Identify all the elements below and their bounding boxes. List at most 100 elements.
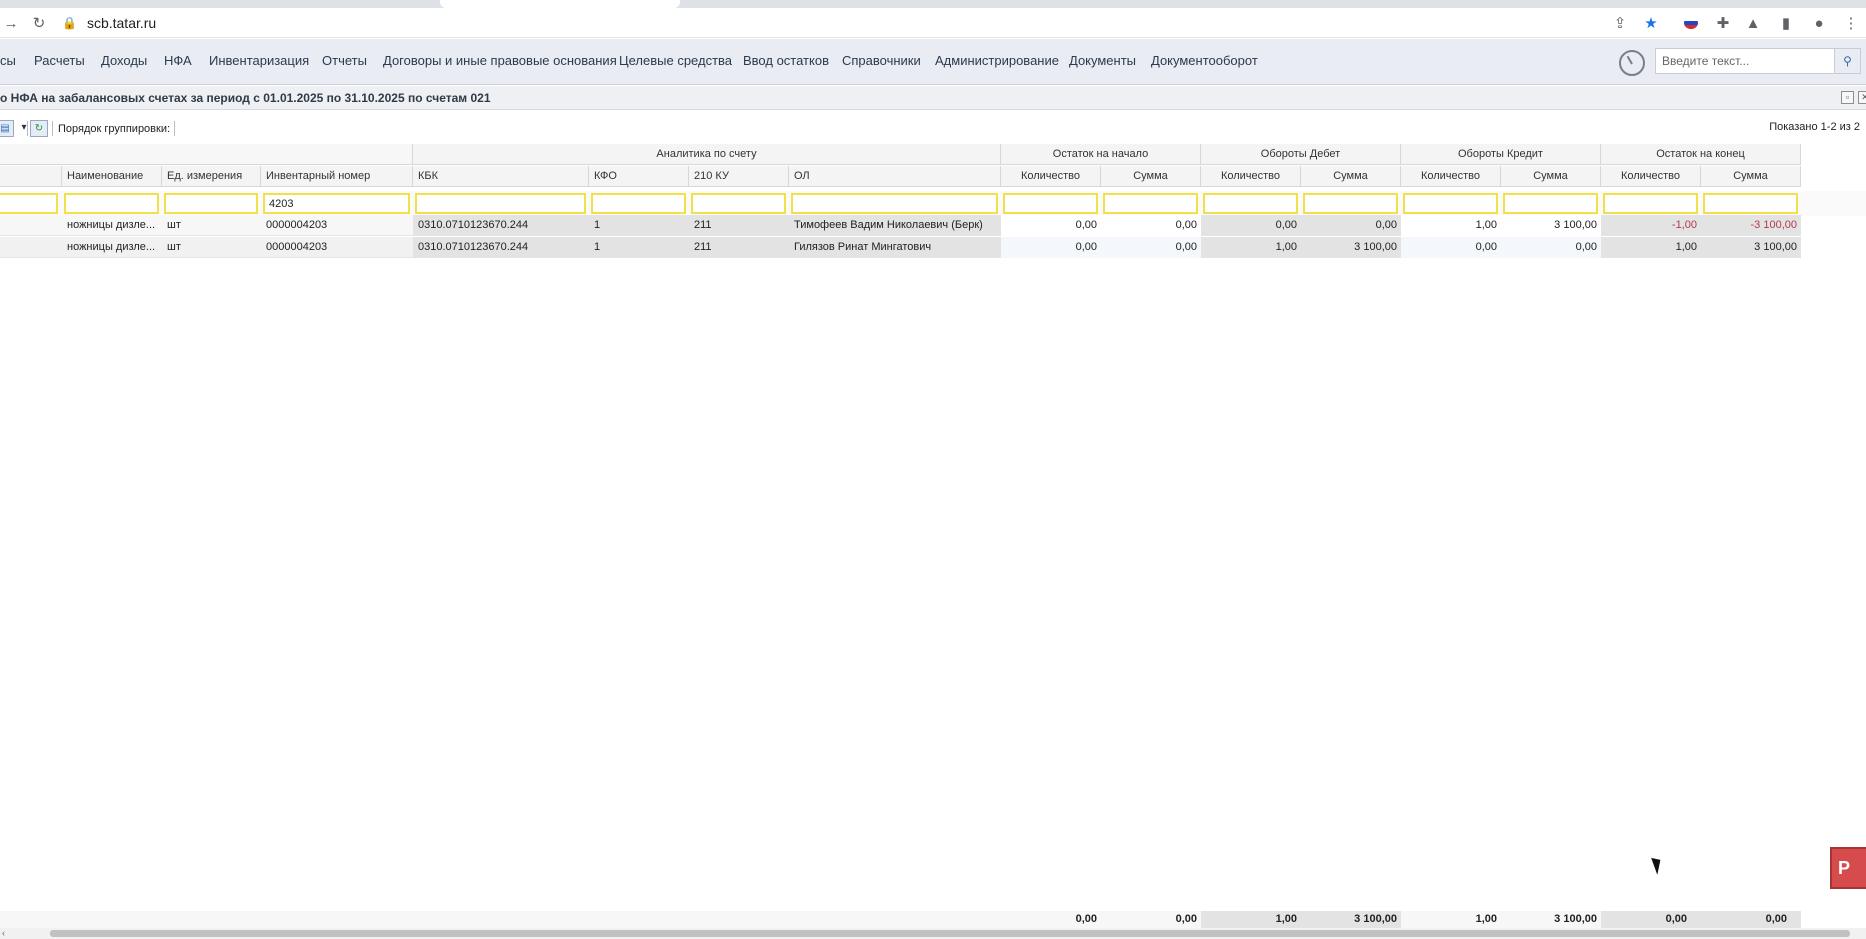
filter-kbk[interactable] bbox=[415, 193, 586, 214]
menu-item-target-funds[interactable]: Целевые средства bbox=[619, 53, 732, 68]
menu-item-documents[interactable]: Документы bbox=[1069, 53, 1136, 68]
header-credit-sum[interactable]: Сумма bbox=[1501, 166, 1601, 187]
close-icon[interactable]: ✕ bbox=[1858, 91, 1866, 104]
toolbar-divider bbox=[174, 121, 175, 136]
table-row[interactable]: ножницы дизле... шт 0000004203 0310.0710… bbox=[0, 215, 1801, 236]
total-closing-qty: 0,00 bbox=[1601, 911, 1701, 928]
header-name[interactable]: Наименование bbox=[62, 166, 162, 187]
menu-item-contracts[interactable]: Договоры и иные правовые основания bbox=[383, 53, 617, 68]
side-panel-icon[interactable]: ▮ bbox=[1775, 12, 1797, 34]
cell-inventory-number: 0000004203 bbox=[266, 219, 328, 231]
menu-item-document-flow[interactable]: Документооборот bbox=[1151, 53, 1258, 68]
browser-menu-icon[interactable]: ⋮ bbox=[1840, 12, 1862, 34]
lock-icon: 🔒 bbox=[62, 16, 77, 30]
menu-item-inventory[interactable]: Инвентаризация bbox=[209, 53, 309, 68]
header-group-closing: Остаток на конец bbox=[1601, 144, 1801, 165]
cell-name: ножницы дизле... bbox=[67, 219, 156, 231]
filter-opening-sum[interactable] bbox=[1103, 193, 1198, 214]
restore-window-icon[interactable]: ▫ bbox=[1841, 91, 1854, 104]
header-inventory-number[interactable]: Инвентарный номер bbox=[261, 166, 413, 187]
filter-opening-qty[interactable] bbox=[1003, 193, 1098, 214]
filter-credit-qty[interactable] bbox=[1403, 193, 1498, 214]
filter-closing-qty[interactable] bbox=[1603, 193, 1698, 214]
total-opening-qty: 0,00 bbox=[1001, 911, 1101, 928]
filter-kfo[interactable] bbox=[591, 193, 686, 214]
header-credit-qty[interactable]: Количество bbox=[1401, 166, 1501, 187]
cell-debit-sum: 3 100,00 bbox=[1301, 237, 1401, 258]
cell-kbk: 0310.0710123670.244 bbox=[413, 215, 589, 236]
cell-unit: шт bbox=[167, 219, 181, 231]
print-dropdown-icon[interactable]: ▤ bbox=[0, 120, 14, 137]
search-icon[interactable]: ⚲ bbox=[1834, 49, 1860, 73]
reload-icon[interactable]: ↻ bbox=[28, 12, 50, 34]
menu-item-balance-entry[interactable]: Ввод остатков bbox=[743, 53, 829, 68]
report-title-bar: о НФА на забалансовых счетах за период с… bbox=[0, 86, 1866, 110]
filter-debit-qty[interactable] bbox=[1203, 193, 1298, 214]
header-opening-sum[interactable]: Сумма bbox=[1101, 166, 1201, 187]
main-menu: сы Расчеты Доходы НФА Инвентаризация Отч… bbox=[0, 39, 1866, 85]
menu-item-settlements[interactable]: Расчеты bbox=[34, 53, 85, 68]
address-bar[interactable]: 🔒 scb.tatar.ru bbox=[62, 11, 1622, 35]
russian-flag-icon[interactable] bbox=[1680, 12, 1702, 34]
total-credit-qty: 1,00 bbox=[1401, 911, 1501, 928]
scroll-left-icon[interactable]: ‹ bbox=[2, 928, 5, 939]
cell-closing-sum: -3 100,00 bbox=[1701, 215, 1801, 236]
cell-unit: шт bbox=[167, 241, 181, 253]
header-opening-qty[interactable]: Количество bbox=[1001, 166, 1101, 187]
header-debit-sum[interactable]: Сумма bbox=[1301, 166, 1401, 187]
cell-debit-qty: 0,00 bbox=[1201, 215, 1301, 236]
menu-item-income[interactable]: Доходы bbox=[101, 53, 147, 68]
cell-210-ku: 211 bbox=[689, 237, 789, 258]
global-search-input[interactable] bbox=[1662, 53, 1832, 69]
header-debit-qty[interactable]: Количество bbox=[1201, 166, 1301, 187]
cell-debit-qty: 1,00 bbox=[1201, 237, 1301, 258]
lab-flask-icon[interactable]: ▲ bbox=[1742, 12, 1764, 34]
menu-item-references[interactable]: Справочники bbox=[842, 53, 921, 68]
profile-avatar-icon[interactable]: ● bbox=[1808, 12, 1830, 34]
share-icon[interactable]: ⇪ bbox=[1609, 12, 1631, 34]
header-group-credit: Обороты Кредит bbox=[1401, 144, 1601, 165]
filter-closing-sum[interactable] bbox=[1703, 193, 1798, 214]
filter-inventory-number[interactable] bbox=[263, 193, 410, 214]
header-group-opening: Остаток на начало bbox=[1001, 144, 1201, 165]
toolbar-divider bbox=[27, 121, 28, 136]
refresh-icon[interactable]: ↻ bbox=[30, 120, 48, 137]
floating-app-icon[interactable]: Р bbox=[1830, 847, 1866, 889]
filter-col-0[interactable] bbox=[0, 193, 58, 214]
filter-210-ku[interactable] bbox=[691, 193, 786, 214]
header-closing-sum[interactable]: Сумма bbox=[1701, 166, 1801, 187]
filter-credit-sum[interactable] bbox=[1503, 193, 1598, 214]
arrow-forward-icon[interactable]: → bbox=[0, 12, 22, 34]
cell-ol: Гилязов Ринат Мингатович bbox=[789, 237, 1001, 258]
total-debit-sum: 3 100,00 bbox=[1301, 911, 1401, 928]
cell-closing-qty: -1,00 bbox=[1601, 215, 1701, 236]
filter-unit[interactable] bbox=[164, 193, 258, 214]
menu-item-partial[interactable]: сы bbox=[0, 53, 16, 68]
filter-debit-sum[interactable] bbox=[1303, 193, 1398, 214]
cell-kbk: 0310.0710123670.244 bbox=[413, 237, 589, 258]
menu-item-nfa[interactable]: НФА bbox=[164, 53, 192, 68]
filter-ol[interactable] bbox=[791, 193, 998, 214]
menu-item-administration[interactable]: Администрирование bbox=[935, 53, 1059, 68]
horizontal-scrollbar[interactable]: ‹ bbox=[0, 928, 1866, 939]
scrollbar-thumb[interactable] bbox=[50, 930, 1850, 937]
cell-opening-sum: 0,00 bbox=[1101, 237, 1201, 258]
header-kfo[interactable]: КФО bbox=[589, 166, 689, 187]
bookmark-star-icon[interactable]: ★ bbox=[1640, 12, 1662, 34]
header-210-ku[interactable]: 210 КУ bbox=[689, 166, 789, 187]
clock-icon[interactable] bbox=[1619, 50, 1645, 76]
filter-name[interactable] bbox=[64, 193, 159, 214]
table-row[interactable]: ножницы дизле... шт 0000004203 0310.0710… bbox=[0, 237, 1801, 258]
cell-opening-qty: 0,00 bbox=[1001, 237, 1101, 258]
header-col-0[interactable] bbox=[0, 166, 62, 187]
extensions-puzzle-icon[interactable]: ✚ bbox=[1712, 12, 1734, 34]
total-opening-sum: 0,00 bbox=[1101, 911, 1201, 928]
active-tab[interactable] bbox=[440, 0, 680, 8]
header-closing-qty[interactable]: Количество bbox=[1601, 166, 1701, 187]
header-kbk[interactable]: КБК bbox=[413, 166, 589, 187]
header-ol[interactable]: ОЛ bbox=[789, 166, 1001, 187]
cell-opening-sum: 0,00 bbox=[1101, 215, 1201, 236]
header-unit[interactable]: Ед. измерения bbox=[162, 166, 261, 187]
cell-credit-sum: 3 100,00 bbox=[1501, 215, 1601, 236]
menu-item-reports[interactable]: Отчеты bbox=[322, 53, 367, 68]
